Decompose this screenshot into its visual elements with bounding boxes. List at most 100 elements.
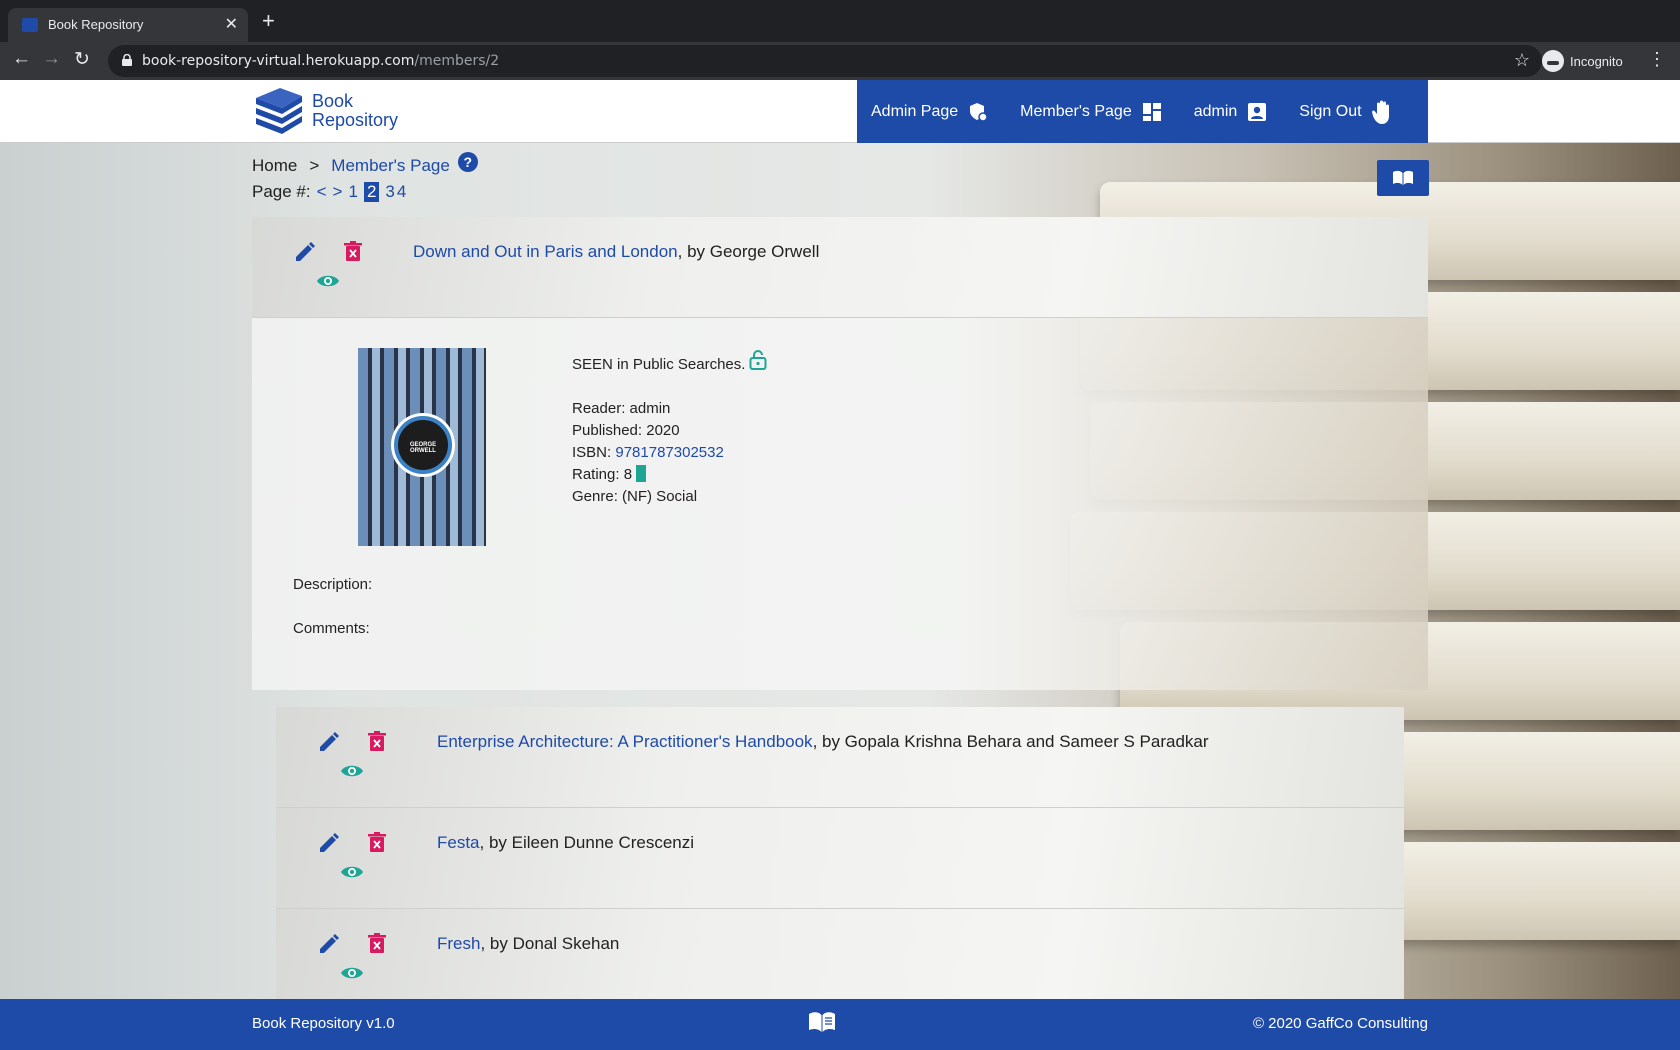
main-nav: Admin Page Member's Page admin Sign Out [857,80,1428,143]
incognito-icon [1542,50,1564,72]
new-tab-icon[interactable]: + [262,10,275,32]
book-card: Fresh, by Donal Skehan [276,909,1404,1010]
book-title-link[interactable]: Enterprise Architecture: A Practitioner'… [437,732,813,751]
open-book-icon [809,1012,835,1032]
published-value: 2020 [646,422,680,439]
pagination: Page #: < > 1 2 3 4 [252,182,406,202]
rating-bar [636,465,647,482]
breadcrumb: Home > Member's Page ? [252,152,478,176]
incognito-label: Incognito [1570,53,1623,69]
book-byline: , by Eileen Dunne Crescenzi [479,833,695,852]
comments-label: Comments: [293,620,370,637]
delete-trash-icon[interactable] [368,832,386,852]
edit-pencil-icon[interactable] [318,933,340,955]
pagination-page-2[interactable]: 2 [363,182,380,202]
nav-sign-out[interactable]: Sign Out [1299,99,1393,125]
logo-text: Book Repository [312,91,399,130]
browser-tabstrip: Book Repository ✕ + [0,0,1680,42]
book-byline: , by George Orwell [677,242,820,261]
pagination-next[interactable]: > [333,182,343,202]
view-eye-icon[interactable] [340,763,364,779]
reader-value: admin [629,400,671,417]
breadcrumb-separator: > [309,156,320,175]
pagination-page-3[interactable]: 3 [385,182,394,202]
delete-trash-icon[interactable] [368,731,386,751]
forward-icon[interactable]: → [42,48,61,70]
book-actions [294,241,364,291]
browser-tab[interactable]: Book Repository ✕ [8,8,248,42]
pagination-prev[interactable]: < [317,182,327,202]
view-eye-icon[interactable] [340,864,364,880]
incognito-indicator[interactable]: Incognito [1542,47,1623,75]
pagination-page-1[interactable]: 1 [348,182,357,202]
edit-pencil-icon[interactable] [318,731,340,753]
book-title-line: Fresh, by Donal Skehan [437,934,619,954]
isbn-link[interactable]: 9781787302532 [615,444,723,461]
books-logo-icon [256,88,302,134]
nav-members-page[interactable]: Member's Page [1020,102,1162,122]
book-card: Enterprise Architecture: A Practitioner'… [276,707,1404,808]
published-row: Published: 2020 [572,422,680,439]
lock-icon [122,54,132,66]
edit-pencil-icon[interactable] [318,832,340,854]
breadcrumb-members-page[interactable]: Member's Page [331,156,450,176]
book-detail-panel: GEORGE ORWELL SEEN in Public Searches. R… [252,318,1428,690]
rating-row: Rating: 8 [572,464,767,486]
open-book-icon [1393,170,1413,185]
rating-value: 8 [623,466,633,483]
site-logo[interactable]: Book Repository [252,86,398,136]
book-card: Down and Out in Paris and London, by Geo… [252,217,1428,318]
book-cover-image: GEORGE ORWELL [358,348,486,546]
book-byline: , by Donal Skehan [480,934,620,953]
help-icon[interactable]: ? [457,152,478,172]
pagination-label: Page #: [252,182,311,201]
footer-version: Book Repository v1.0 [252,1015,395,1032]
description-label: Description: [293,576,373,593]
bookmark-star-icon[interactable]: ☆ [1514,50,1530,71]
back-icon[interactable]: ← [12,48,31,70]
book-actions [318,832,388,882]
shield-icon [970,102,988,122]
edit-pencil-icon[interactable] [294,241,316,263]
favicon-icon [22,18,38,32]
book-title-link[interactable]: Fresh [437,934,480,953]
browser-toolbar: ← → ↻ book-repository-virtual.herokuapp.… [0,42,1680,80]
book-title-line: Festa, by Eileen Dunne Crescenzi [437,833,694,853]
book-byline: , by Gopala Krishna Behara and Sameer S … [812,732,1209,751]
view-eye-icon[interactable] [316,273,340,289]
open-book-button[interactable] [1377,160,1429,196]
site-footer: Book Repository v1.0 © 2020 GaffCo Consu… [0,999,1680,1050]
pagination-page-4[interactable]: 4 [397,182,406,202]
genre-value: (NF) Social [622,488,698,505]
visibility-status: SEEN in Public Searches. [572,350,767,376]
url-text: book-repository-virtual.herokuapp.com/me… [142,53,500,69]
genre-row: Genre: (NF) Social [572,488,698,505]
cover-author-text: GEORGE ORWELL [409,442,437,454]
isbn-row: ISBN: 9781787302532 [572,444,724,461]
book-title-link[interactable]: Festa [437,833,480,852]
footer-copyright: © 2020 GaffCo Consulting [1252,1015,1428,1032]
cover-emblem: GEORGE ORWELL [394,416,452,474]
delete-trash-icon[interactable] [344,241,362,261]
delete-trash-icon[interactable] [368,933,386,953]
close-tab-icon[interactable]: ✕ [225,14,238,34]
book-info: SEEN in Public Searches. Reader: admin P… [572,350,767,508]
book-title-line: Down and Out in Paris and London, by Geo… [413,242,819,262]
nav-admin-user[interactable]: admin [1194,102,1268,122]
browser-menu-icon[interactable]: ⋮ [1648,49,1666,70]
site-header: Book Repository Admin Page Member's Page… [0,80,1680,143]
address-bar[interactable]: book-repository-virtual.herokuapp.com/me… [108,45,1542,77]
unlock-icon[interactable] [749,350,767,370]
view-eye-icon[interactable] [340,965,364,981]
hand-icon [1371,100,1389,124]
account-box-icon [1248,102,1267,121]
book-title-link[interactable]: Down and Out in Paris and London [413,242,678,261]
book-card: Festa, by Eileen Dunne Crescenzi [276,808,1404,909]
book-title-line: Enterprise Architecture: A Practitioner'… [437,732,1209,752]
reader-row: Reader: admin [572,400,671,417]
dashboard-icon [1142,102,1161,121]
tab-title: Book Repository [48,17,144,32]
breadcrumb-home[interactable]: Home [252,156,297,176]
reload-icon[interactable]: ↻ [74,48,90,71]
nav-admin-page[interactable]: Admin Page [871,102,988,122]
